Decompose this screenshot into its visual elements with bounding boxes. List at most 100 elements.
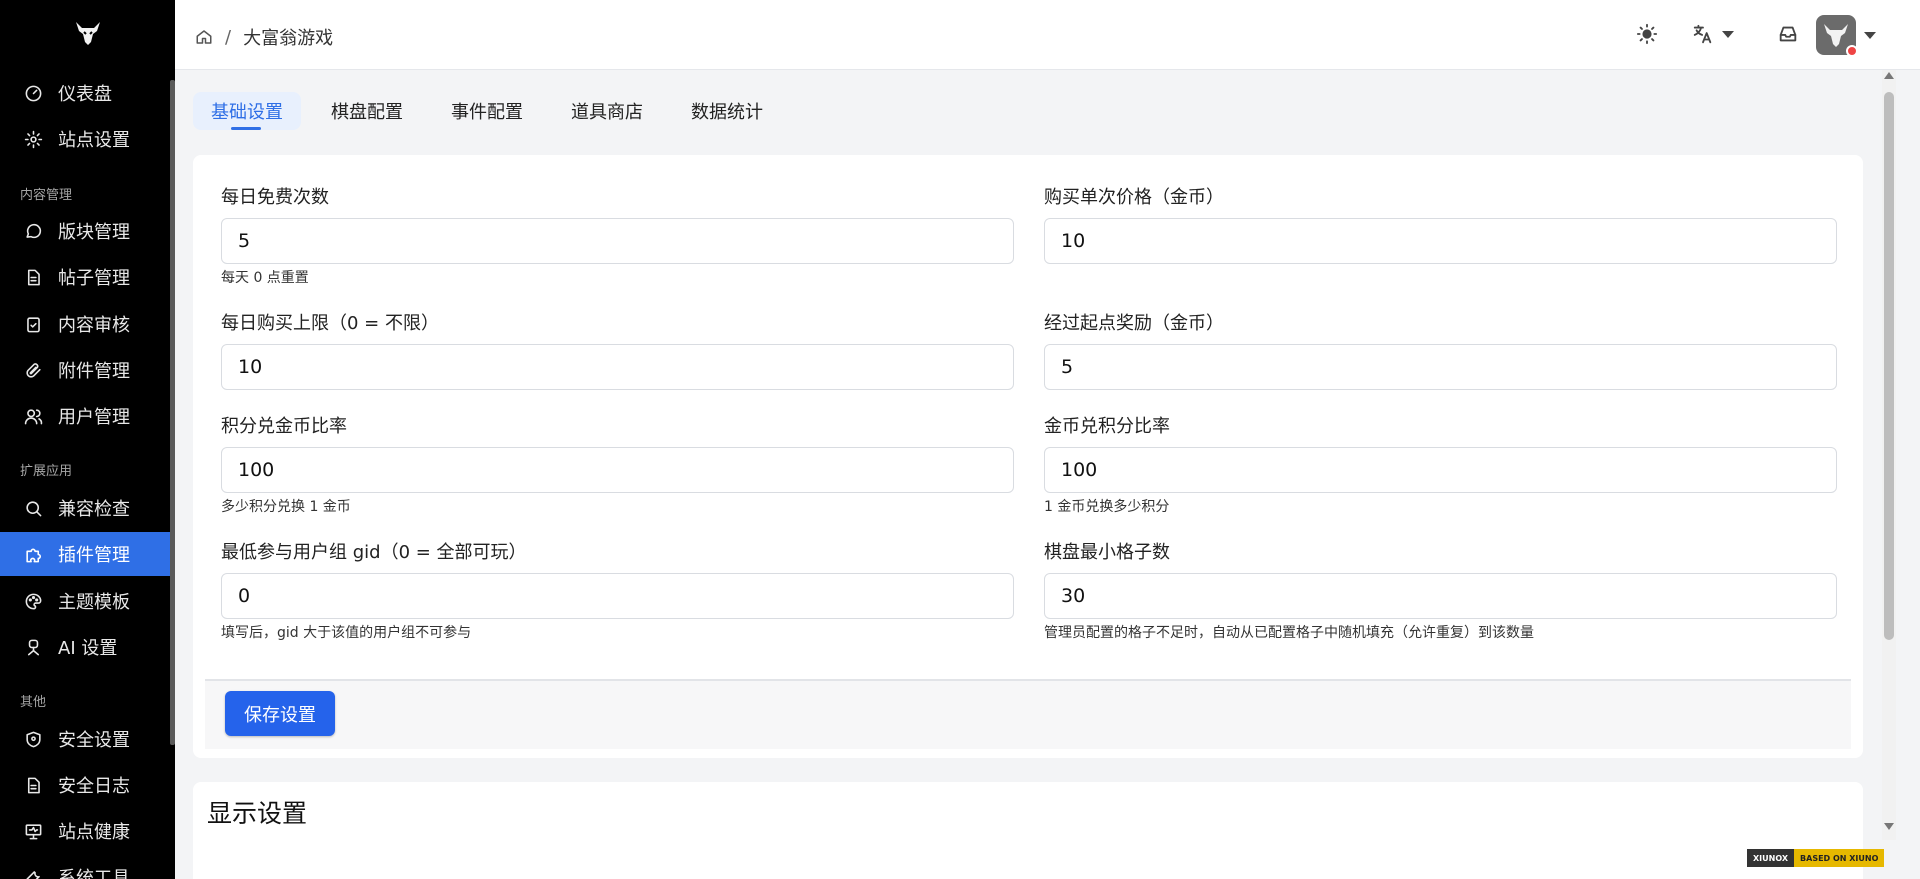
top-header: / 大富翁游戏 <box>175 0 1920 70</box>
buy-price-input[interactable] <box>1044 218 1837 264</box>
min-board-cells-input[interactable] <box>1044 573 1837 619</box>
sidebar-item-site-settings[interactable]: 站点设置 <box>0 117 170 161</box>
chevron-down-icon <box>1864 31 1876 39</box>
pass-start-reward-label: 经过起点奖励（金币） <box>1044 313 1224 334</box>
form-footer: 保存设置 <box>205 679 1851 749</box>
sidebar-item-plugins[interactable]: 插件管理 <box>0 532 170 576</box>
scroll-up-arrow-icon[interactable] <box>1884 72 1894 79</box>
sidebar-item-attachments[interactable]: 附件管理 <box>0 348 170 392</box>
scroll-down-arrow-icon[interactable] <box>1884 823 1894 830</box>
coin-to-points-input[interactable] <box>1044 447 1837 493</box>
section-other-label: 其他 <box>20 695 47 710</box>
sidebar-item-dashboard[interactable]: 仪表盘 <box>0 71 170 115</box>
inbox-icon <box>1779 26 1797 42</box>
sidebar-item-posts[interactable]: 帖子管理 <box>0 255 170 299</box>
sidebar-item-site-health[interactable]: 站点健康 <box>0 809 170 853</box>
sidebar-item-label: 仪表盘 <box>58 84 112 105</box>
tab-basic-settings[interactable]: 基础设置 <box>193 92 301 130</box>
avatar <box>1816 15 1858 57</box>
page-scrollbar-thumb[interactable] <box>1884 92 1894 640</box>
users-icon <box>22 405 44 427</box>
coin-to-points-help: 1 金币兑换多少积分 <box>1044 499 1170 515</box>
sidebar-item-label: 主题模板 <box>58 592 130 613</box>
tab-event-config[interactable]: 事件配置 <box>433 92 541 130</box>
tool-icon <box>22 866 44 879</box>
search-icon <box>22 497 44 519</box>
tab-item-shop[interactable]: 道具商店 <box>553 92 661 130</box>
sidebar-item-forums[interactable]: 版块管理 <box>0 209 170 253</box>
sidebar-item-label: 帖子管理 <box>58 268 130 289</box>
min-group-gid-help: 填写后，gid 大于该值的用户组不可参与 <box>221 625 472 641</box>
sidebar-item-label: 站点设置 <box>58 130 130 151</box>
gear-icon <box>22 128 44 150</box>
sidebar-item-label: 用户管理 <box>58 407 130 428</box>
points-to-coin-help: 多少积分兑换 1 金币 <box>221 499 351 515</box>
notification-dot <box>1846 45 1858 57</box>
points-to-coin-label: 积分兑金币比率 <box>221 416 347 437</box>
palette-icon <box>22 590 44 612</box>
puzzle-icon <box>22 543 44 565</box>
settings-tabs: 基础设置 棋盘配置 事件配置 道具商店 数据统计 <box>193 92 793 130</box>
language-dropdown[interactable] <box>1692 23 1734 45</box>
clipboard-check-icon <box>22 313 44 335</box>
chevron-down-icon <box>1722 30 1734 38</box>
basic-settings-card: 每日免费次数 每天 0 点重置 购买单次价格（金币） 每日购买上限（0 = 不限… <box>193 155 1863 758</box>
theme-toggle-button[interactable] <box>1636 23 1658 45</box>
sidebar-item-label: 安全设置 <box>58 730 130 751</box>
sidebar-item-label: 版块管理 <box>58 222 130 243</box>
display-settings-card: 显示设置 <box>193 782 1863 879</box>
sidebar-item-label: 插件管理 <box>58 545 130 566</box>
sun-icon <box>1636 23 1658 45</box>
paperclip-icon <box>22 359 44 381</box>
dashboard-icon <box>22 82 44 104</box>
sidebar-item-label: 兼容检查 <box>58 499 130 520</box>
breadcrumb-separator: / <box>225 26 232 48</box>
sidebar-item-themes[interactable]: 主题模板 <box>0 579 170 623</box>
sidebar: 仪表盘 站点设置 内容管理 版块管理 帖子管理 内容审核 附件管理 用户管理 扩… <box>0 0 175 879</box>
log-icon <box>22 774 44 796</box>
min-group-gid-label: 最低参与用户组 gid（0 = 全部可玩） <box>221 542 527 563</box>
min-board-cells-help: 管理员配置的格子不足时，自动从已配置格子中随机填充（允许重复）到该数量 <box>1044 625 1534 641</box>
pass-start-reward-input[interactable] <box>1044 344 1837 390</box>
daily-free-input[interactable] <box>221 218 1014 264</box>
user-menu[interactable] <box>1816 15 1876 57</box>
sidebar-item-moderation[interactable]: 内容审核 <box>0 302 170 346</box>
chat-bubble-icon <box>22 220 44 242</box>
sidebar-item-label: 安全日志 <box>58 776 130 797</box>
sidebar-item-ai-settings[interactable]: AI 设置 <box>0 625 170 669</box>
badge-right: BASED ON XIUNO <box>1794 849 1885 867</box>
inbox-button[interactable] <box>1777 23 1799 45</box>
sidebar-item-label: 附件管理 <box>58 361 130 382</box>
sidebar-item-security[interactable]: 安全设置 <box>0 717 170 761</box>
monitor-icon <box>22 820 44 842</box>
daily-free-help: 每天 0 点重置 <box>221 270 309 286</box>
sidebar-item-label: AI 设置 <box>58 638 118 659</box>
min-group-gid-input[interactable] <box>221 573 1014 619</box>
shield-icon <box>22 728 44 750</box>
logo[interactable] <box>0 0 175 66</box>
powered-by-badge[interactable]: XIUNOX BASED ON XIUNO <box>1747 849 1885 867</box>
daily-buy-limit-input[interactable] <box>221 344 1014 390</box>
home-icon[interactable] <box>195 28 213 46</box>
display-settings-title: 显示设置 <box>207 799 308 828</box>
sidebar-item-system-tools[interactable]: 系统工具 <box>0 855 170 879</box>
sidebar-item-users[interactable]: 用户管理 <box>0 394 170 438</box>
sidebar-item-compat-check[interactable]: 兼容检查 <box>0 486 170 530</box>
badge-left: XIUNOX <box>1747 849 1795 867</box>
translate-icon <box>1693 24 1712 44</box>
tab-statistics[interactable]: 数据统计 <box>673 92 781 130</box>
section-content-label: 内容管理 <box>20 188 73 203</box>
sidebar-scrollbar[interactable] <box>170 80 175 745</box>
breadcrumb-current: 大富翁游戏 <box>243 28 334 49</box>
coin-to-points-label: 金币兑积分比率 <box>1044 416 1170 437</box>
bull-avatar-icon <box>1824 24 1848 47</box>
save-settings-button[interactable]: 保存设置 <box>225 691 335 736</box>
bull-logo-icon <box>75 22 100 45</box>
buy-price-label: 购买单次价格（金币） <box>1044 187 1224 208</box>
points-to-coin-input[interactable] <box>221 447 1014 493</box>
tab-board-config[interactable]: 棋盘配置 <box>313 92 421 130</box>
breadcrumb: / 大富翁游戏 <box>195 24 333 50</box>
sidebar-item-label: 站点健康 <box>58 822 130 843</box>
sidebar-item-security-log[interactable]: 安全日志 <box>0 763 170 807</box>
robot-icon <box>22 636 44 658</box>
